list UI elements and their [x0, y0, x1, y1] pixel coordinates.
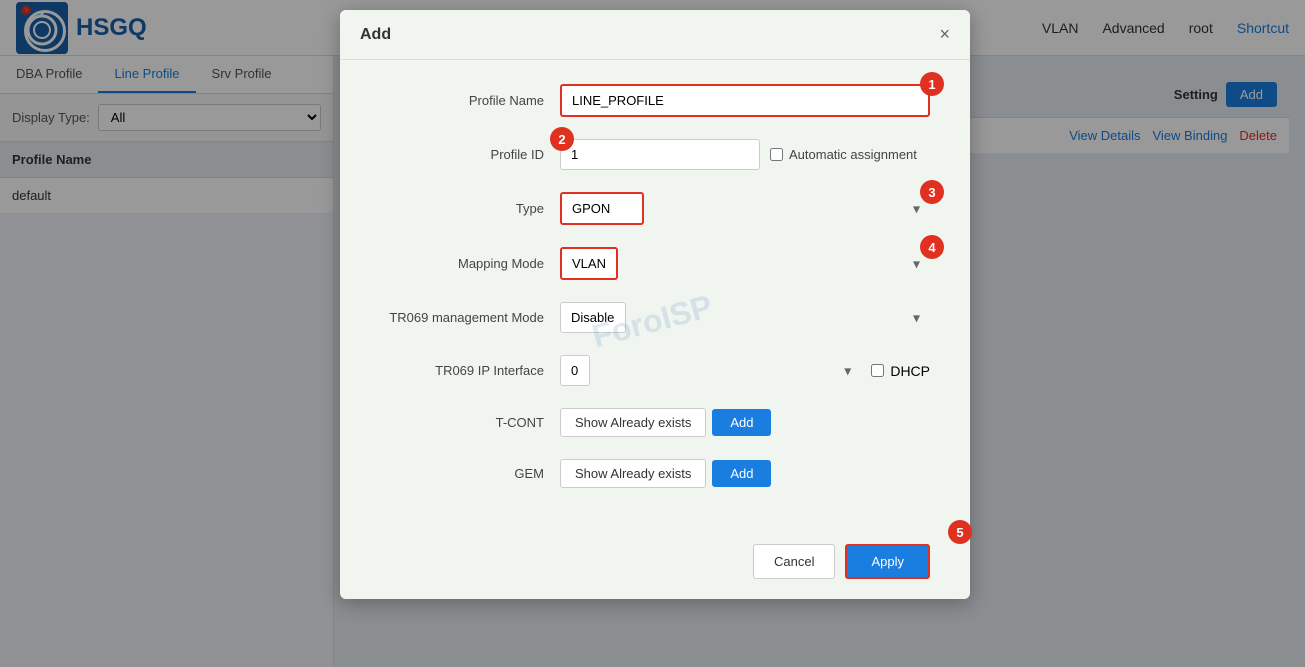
modal-close-button[interactable]: × — [939, 24, 950, 45]
tcont-label: T-CONT — [380, 415, 560, 430]
type-row: Type GPON EPON XGS-PON 3 — [380, 192, 930, 225]
tr069-mode-select-wrapper: Disable Enable — [560, 302, 930, 333]
modal-title: Add — [360, 26, 391, 44]
modal-header: Add × — [340, 10, 970, 60]
automatic-assignment-label: Automatic assignment — [789, 147, 917, 162]
tcont-show-exists-button[interactable]: Show Already exists — [560, 408, 706, 437]
profile-name-label: Profile Name — [380, 93, 560, 108]
add-modal: Add × Profile Name 1 Profile ID Automati… — [340, 10, 970, 599]
tr069-mode-row: TR069 management Mode Disable Enable — [380, 302, 930, 333]
gem-row: GEM Show Already exists Add — [380, 459, 930, 488]
modal-body: Profile Name 1 Profile ID Automatic assi… — [340, 60, 970, 534]
automatic-assignment-group: Automatic assignment — [770, 147, 917, 162]
step-badge-1: 1 — [920, 72, 944, 96]
gem-label: GEM — [380, 466, 560, 481]
profile-id-label: Profile ID — [380, 147, 560, 162]
cancel-button[interactable]: Cancel — [753, 544, 835, 579]
step-badge-4: 4 — [920, 235, 944, 259]
dhcp-row: DHCP — [871, 363, 930, 379]
mapping-mode-select[interactable]: VLAN GEM TCI — [560, 247, 618, 280]
type-select[interactable]: GPON EPON XGS-PON — [560, 192, 644, 225]
type-label: Type — [380, 201, 560, 216]
mapping-mode-label: Mapping Mode — [380, 256, 560, 271]
modal-footer: Cancel Apply 5 — [340, 534, 970, 579]
profile-name-row: Profile Name 1 — [380, 84, 930, 117]
profile-name-input[interactable] — [560, 84, 930, 117]
tr069-mode-select[interactable]: Disable Enable — [560, 302, 626, 333]
dhcp-checkbox[interactable] — [871, 364, 884, 377]
mapping-mode-select-wrapper: VLAN GEM TCI — [560, 247, 930, 280]
step-badge-3: 3 — [920, 180, 944, 204]
gem-add-button[interactable]: Add — [712, 460, 771, 487]
dhcp-label: DHCP — [890, 363, 930, 379]
gem-show-exists-button[interactable]: Show Already exists — [560, 459, 706, 488]
tr069-ip-select[interactable]: 0 — [560, 355, 590, 386]
automatic-assignment-checkbox[interactable] — [770, 148, 783, 161]
step-badge-2: 2 — [550, 127, 574, 151]
apply-button[interactable]: Apply — [845, 544, 930, 579]
tcont-add-button[interactable]: Add — [712, 409, 771, 436]
tr069-ip-row: TR069 IP Interface 0 DHCP — [380, 355, 930, 386]
tr069-ip-select-wrapper: 0 — [560, 355, 861, 386]
profile-id-row: Profile ID Automatic assignment 2 — [380, 139, 930, 170]
profile-id-input[interactable] — [560, 139, 760, 170]
type-select-wrapper: GPON EPON XGS-PON — [560, 192, 930, 225]
tr069-mode-label: TR069 management Mode — [380, 310, 560, 325]
tcont-row: T-CONT Show Already exists Add — [380, 408, 930, 437]
tr069-ip-label: TR069 IP Interface — [380, 363, 560, 378]
mapping-mode-row: Mapping Mode VLAN GEM TCI 4 — [380, 247, 930, 280]
step-badge-5: 5 — [948, 520, 972, 544]
